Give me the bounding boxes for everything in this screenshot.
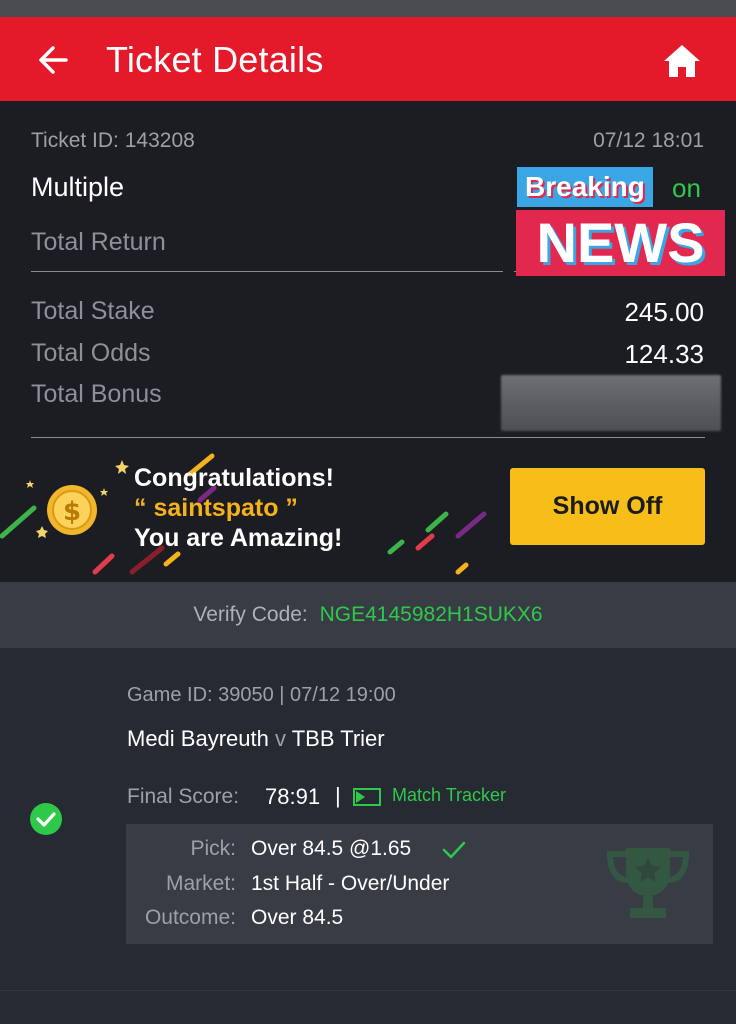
market-value: 1st Half - Over/Under	[251, 872, 450, 895]
total-odds-label: Total Odds	[31, 339, 151, 367]
total-bonus-label: Total Bonus	[31, 380, 162, 408]
final-score-value: 78:91	[265, 784, 321, 809]
verify-code-bar: Verify Code: NGE4145982H1SUKX6	[0, 582, 736, 648]
match-tracker-link[interactable]: Match Tracker	[392, 785, 506, 806]
redacted-bonus-value	[501, 375, 721, 431]
congrats-subtitle: You are Amazing!	[134, 524, 343, 552]
status-bar	[0, 0, 736, 17]
total-return-label: Total Return	[31, 228, 166, 256]
pick-details: Pick: Over 84.5 @1.65 Market: 1st Half -…	[126, 824, 713, 944]
congrats-banner: $ Congratulations! “ saintspato ” You ar…	[0, 450, 736, 582]
divider	[31, 271, 503, 272]
total-odds-value: 124.33	[624, 339, 704, 369]
versus-label: v	[274, 726, 286, 751]
bet-type: Multiple	[31, 172, 125, 202]
ticket-id: Ticket ID: 143208	[31, 129, 195, 152]
match-tracker-icon[interactable]	[353, 788, 381, 806]
divider	[0, 990, 736, 991]
breaking-label: Breaking	[517, 167, 653, 207]
divider	[31, 437, 705, 438]
news-label: NEWS	[516, 210, 725, 276]
verify-code-value[interactable]: NGE4145982H1SUKX6	[320, 603, 543, 626]
outcome-value: Over 84.5	[251, 906, 344, 929]
pick-label: Pick:	[190, 837, 236, 860]
breaking-news-overlay: Breaking NEWS	[516, 167, 726, 277]
home-icon	[664, 45, 700, 77]
svg-text:$: $	[63, 497, 81, 527]
pick-value: Over 84.5 @1.65	[251, 837, 412, 860]
congrats-title: Congratulations!	[134, 464, 334, 492]
arrow-left-icon	[39, 46, 68, 74]
final-score-label: Final Score:	[127, 785, 240, 808]
trophy-icon	[606, 848, 690, 918]
username: “ saintspato ”	[134, 494, 298, 522]
away-team: TBB Trier	[291, 726, 385, 751]
show-off-button[interactable]: Show Off	[510, 468, 705, 545]
total-stake-value: 245.00	[624, 297, 704, 327]
match-teams: Medi Bayreuth v TBB Trier	[127, 726, 385, 752]
back-button[interactable]	[36, 43, 72, 77]
game-card: Game ID: 39050 | 07/12 19:00 Medi Bayreu…	[0, 648, 736, 990]
congrats-message: Congratulations! “ saintspato ” You are …	[134, 463, 342, 553]
game-id: Game ID: 39050 | 07/12 19:00	[127, 684, 396, 706]
market-label: Market:	[165, 872, 236, 895]
page-title: Ticket Details	[106, 39, 324, 80]
coin-icon: $	[47, 485, 97, 535]
app-header: Ticket Details	[0, 17, 736, 101]
check-circle-icon	[30, 803, 62, 835]
verify-code-label: Verify Code:	[193, 603, 308, 626]
outcome-label: Outcome:	[144, 906, 236, 929]
separator: |	[335, 783, 341, 808]
home-button[interactable]	[660, 41, 704, 81]
ticket-datetime: 07/12 18:01	[593, 129, 704, 152]
home-team: Medi Bayreuth	[127, 726, 269, 751]
total-stake-label: Total Stake	[31, 297, 155, 325]
checkmark-icon	[442, 841, 466, 859]
